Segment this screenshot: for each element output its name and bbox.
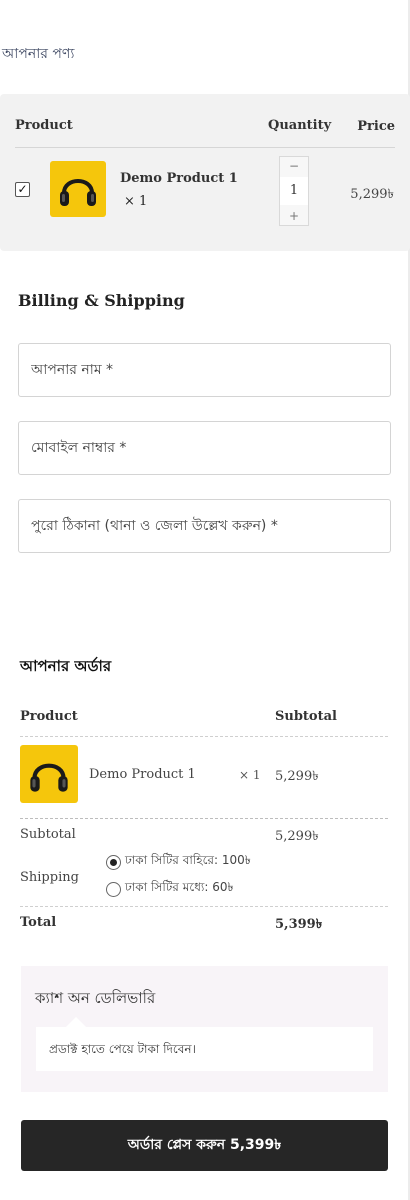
cart-header-row: Product Quantity Price	[15, 118, 395, 148]
name-field[interactable]	[18, 343, 391, 397]
radio-unselected-icon[interactable]	[106, 881, 121, 897]
order-item-row: Demo Product 1 × 1 5,299৳	[20, 737, 388, 819]
cart-product-qty-label: × 1	[124, 194, 148, 209]
payment-method-title[interactable]: ক্যাশ অন ডেলিভারি	[35, 987, 155, 1012]
order-header-product: Product	[20, 709, 78, 724]
quantity-decrease-button[interactable]: −	[280, 157, 308, 175]
shipping-option-label: ঢাকা সিটির বাহিরে: 100৳	[125, 853, 251, 867]
shipping-option-inside-dhaka[interactable]: ঢাকা সিটির মধ্যে: 60৳	[106, 879, 234, 899]
quantity-stepper: − 1 +	[279, 156, 309, 226]
subtotal-label: Subtotal	[20, 827, 76, 842]
order-item-qty: × 1	[239, 768, 261, 782]
headphones-icon	[20, 745, 78, 803]
headphones-icon	[50, 161, 106, 217]
quantity-input[interactable]: 1	[280, 177, 308, 205]
total-label: Total	[20, 915, 57, 930]
place-order-button[interactable]: অর্ডার প্লেস করুন 5,399৳	[21, 1120, 388, 1171]
cart-header-product: Product	[15, 118, 73, 133]
payment-method-box: ক্যাশ অন ডেলিভারি প্রডাক্ট হাতে পেয়ে টা…	[21, 966, 388, 1092]
order-item-name: Demo Product 1	[89, 767, 196, 782]
cart-header-price: Price	[357, 119, 395, 134]
order-item-subtotal: 5,299৳	[275, 769, 319, 784]
payment-method-description: প্রডাক্ট হাতে পেয়ে টাকা দিবেন।	[36, 1017, 373, 1071]
shipping-option-label: ঢাকা সিটির মধ্যে: 60৳	[125, 880, 234, 894]
order-title: আপনার অর্ডার	[20, 657, 112, 675]
cart-section-title: আপনার পণ্য	[2, 46, 75, 62]
order-header-subtotal: Subtotal	[275, 709, 337, 724]
order-header-row: Product Subtotal	[20, 709, 388, 737]
order-total-row: Total 5,399৳	[20, 907, 388, 937]
total-value: 5,399৳	[275, 917, 323, 932]
address-field[interactable]	[18, 499, 391, 553]
cart-product-price: 5,299৳	[350, 187, 394, 202]
shipping-label: Shipping	[20, 870, 79, 885]
cart-table: Product Quantity Price ✓ Demo Product 1 …	[0, 94, 410, 251]
product-select-checkbox[interactable]: ✓	[15, 182, 30, 197]
radio-selected-icon[interactable]	[106, 854, 121, 870]
quantity-increase-button[interactable]: +	[280, 207, 308, 225]
subtotal-value: 5,299৳	[275, 829, 319, 844]
cart-product-name[interactable]: Demo Product 1	[120, 171, 238, 186]
shipping-option-outside-dhaka[interactable]: ঢাকা সিটির বাহিরে: 100৳	[106, 852, 251, 872]
mobile-field[interactable]	[18, 421, 391, 475]
billing-title: Billing & Shipping	[18, 291, 185, 310]
order-subtotal-shipping: Subtotal 5,299৳ Shipping ঢাকা সিটির বাহি…	[20, 819, 388, 907]
cart-header-quantity: Quantity	[268, 118, 332, 133]
